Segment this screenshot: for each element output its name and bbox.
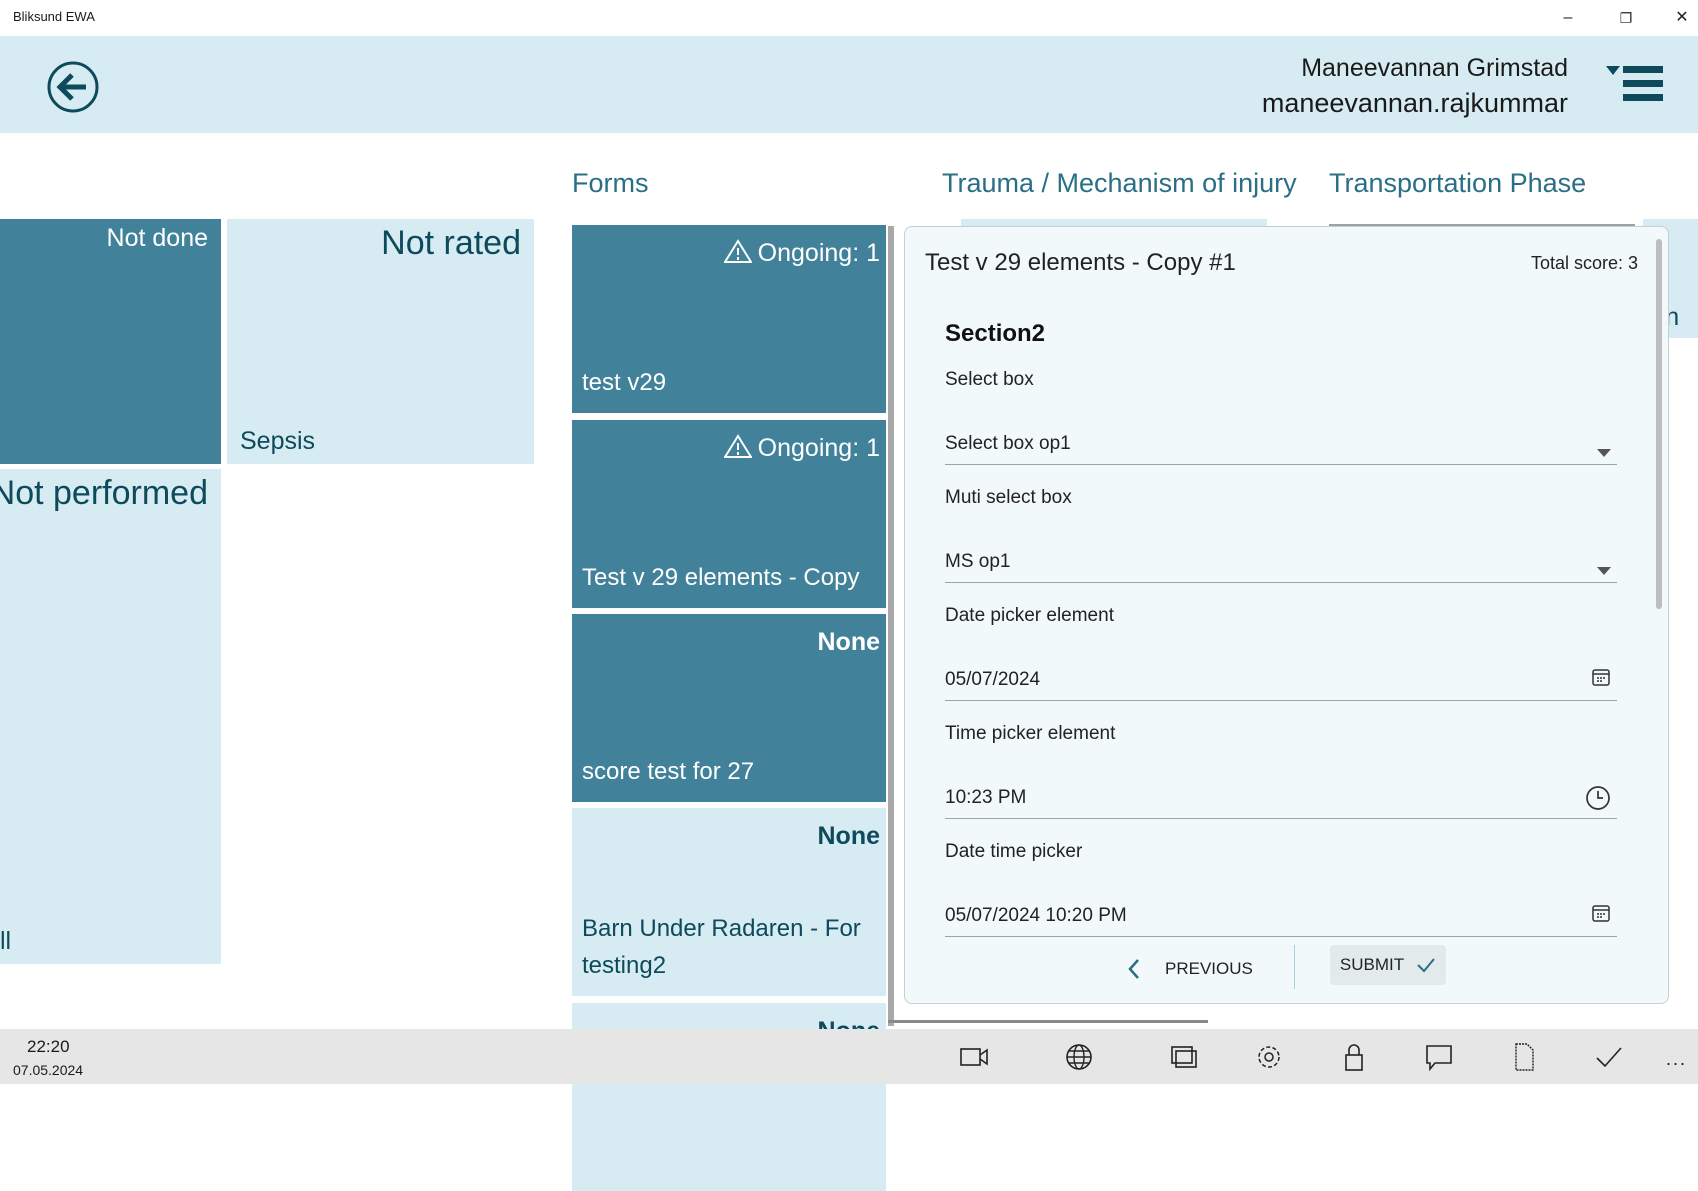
gear-icon[interactable] <box>1253 1041 1285 1073</box>
chevron-left-icon <box>1128 959 1139 979</box>
video-camera-icon[interactable] <box>958 1041 990 1073</box>
clock-date: 07.05.2024 <box>13 1062 84 1078</box>
tab-trauma[interactable]: Trauma / Mechanism of injury <box>942 168 1297 199</box>
clock-time: 22:20 <box>27 1037 70 1056</box>
panel-scrollbar[interactable] <box>1656 239 1662 609</box>
divider <box>1294 945 1295 989</box>
submit-button[interactable]: SUBMIT <box>1330 945 1446 985</box>
horizontal-scrollbar[interactable] <box>888 1020 1208 1023</box>
chat-icon[interactable] <box>1423 1041 1455 1073</box>
tile-label: Sepsis <box>240 427 316 455</box>
username: maneevannan.rajkummar <box>1261 88 1568 118</box>
dropdown-arrow-icon[interactable] <box>1597 559 1611 581</box>
minimize-button[interactable]: – <box>1548 4 1588 32</box>
tile-label: Not done <box>106 224 208 252</box>
form-card-status: None <box>818 822 881 851</box>
form-card-status: None <box>818 628 881 657</box>
tile-not-performed[interactable]: Not performed ll <box>0 469 221 964</box>
form-field[interactable]: Select box op1 <box>945 425 1617 465</box>
calendar-icon[interactable] <box>1591 903 1611 929</box>
form-card-status: Ongoing: 1 <box>722 239 880 268</box>
field-value: Select box op1 <box>945 433 1071 454</box>
document-icon[interactable] <box>1508 1041 1540 1073</box>
window-title: Bliksund EWA <box>13 9 95 24</box>
form-card-name: Barn Under Radaren - For testing2 <box>582 915 861 979</box>
app-header: Maneevannan Grimstad maneevannan.rajkumm… <box>0 36 1698 133</box>
section-title: Section2 <box>945 320 1046 347</box>
windows-icon[interactable] <box>1168 1041 1200 1073</box>
form-card-status: Ongoing: 1 <box>722 434 880 463</box>
total-score: Total score: 3 <box>1530 253 1638 273</box>
form-card[interactable]: None score test for 27 <box>572 614 886 802</box>
form-card-name: Test v 29 elements - Copy <box>582 564 860 591</box>
tile-not-done[interactable]: Not done <box>0 219 221 464</box>
form-field[interactable]: 05/07/2024 10:20 PM <box>945 897 1617 937</box>
status-text: None <box>817 628 881 656</box>
field-value: 05/07/2024 10:20 PM <box>945 905 1127 926</box>
previous-label: PREVIOUS <box>1165 959 1253 978</box>
submit-label: SUBMIT <box>1339 955 1405 974</box>
warning-icon <box>722 434 753 458</box>
form-card-name: score test for 27 <box>582 758 755 785</box>
tab-transportation[interactable]: Transportation Phase <box>1329 168 1586 199</box>
check-icon <box>1417 958 1435 973</box>
dropdown-caret-icon[interactable] <box>1606 66 1620 75</box>
tile-sepsis[interactable]: Not rated Sepsis <box>227 219 534 464</box>
status-text: Ongoing: 1 <box>757 239 880 267</box>
close-button[interactable]: ✕ <box>1662 4 1698 32</box>
warning-icon <box>722 239 753 263</box>
field-label: Date picker element <box>945 605 1114 626</box>
scrollbar[interactable] <box>888 226 894 1026</box>
tab-forms[interactable]: Forms <box>572 168 649 199</box>
check-icon[interactable] <box>1593 1041 1625 1073</box>
tile-status: Not rated <box>381 224 521 262</box>
dropdown-arrow-icon[interactable] <box>1597 441 1611 463</box>
taskbar: 22:20 07.05.2024 ... <box>0 1029 1698 1084</box>
clock-icon[interactable] <box>1585 785 1611 817</box>
form-card[interactable]: Ongoing: 1 Test v 29 elements - Copy <box>572 420 886 608</box>
form-field[interactable]: 10:23 PM <box>945 779 1617 819</box>
status-text: None <box>817 822 881 850</box>
field-value: MS op1 <box>945 551 1011 572</box>
form-field[interactable]: 05/07/2024 <box>945 661 1617 701</box>
field-label: Time picker element <box>945 723 1116 744</box>
user-name: Maneevannan Grimstad <box>1301 54 1568 82</box>
more-icon[interactable]: ... <box>1666 1049 1687 1070</box>
form-card[interactable]: Ongoing: 1 test v29 <box>572 225 886 413</box>
tile-status: Not performed <box>0 474 208 512</box>
form-field[interactable]: MS op1 <box>945 543 1617 583</box>
form-card[interactable]: None Barn Under Radaren - For testing2 <box>572 808 886 996</box>
calendar-icon[interactable] <box>1591 667 1611 693</box>
arrow-left-circle-icon[interactable] <box>46 60 100 114</box>
field-value: 10:23 PM <box>945 787 1027 808</box>
globe-icon[interactable] <box>1063 1041 1095 1073</box>
hamburger-menu-icon[interactable] <box>1623 66 1663 102</box>
form-title: Test v 29 elements - Copy #1 <box>925 249 1236 276</box>
field-label: Muti select box <box>945 487 1072 508</box>
title-bar: Bliksund EWA – ❐ ✕ <box>0 0 1698 36</box>
restore-button[interactable]: ❐ <box>1606 4 1646 32</box>
field-value: 05/07/2024 <box>945 669 1041 690</box>
field-label: Date time picker <box>945 841 1083 862</box>
form-card-name: test v29 <box>582 369 667 396</box>
previous-button[interactable]: PREVIOUS <box>1127 949 1257 989</box>
status-text: Ongoing: 1 <box>757 434 880 462</box>
tile-label: ll <box>0 927 12 955</box>
lock-icon[interactable] <box>1338 1041 1370 1073</box>
form-panel: Test v 29 elements - Copy #1 Total score… <box>904 226 1669 1004</box>
field-label: Select box <box>945 369 1034 390</box>
